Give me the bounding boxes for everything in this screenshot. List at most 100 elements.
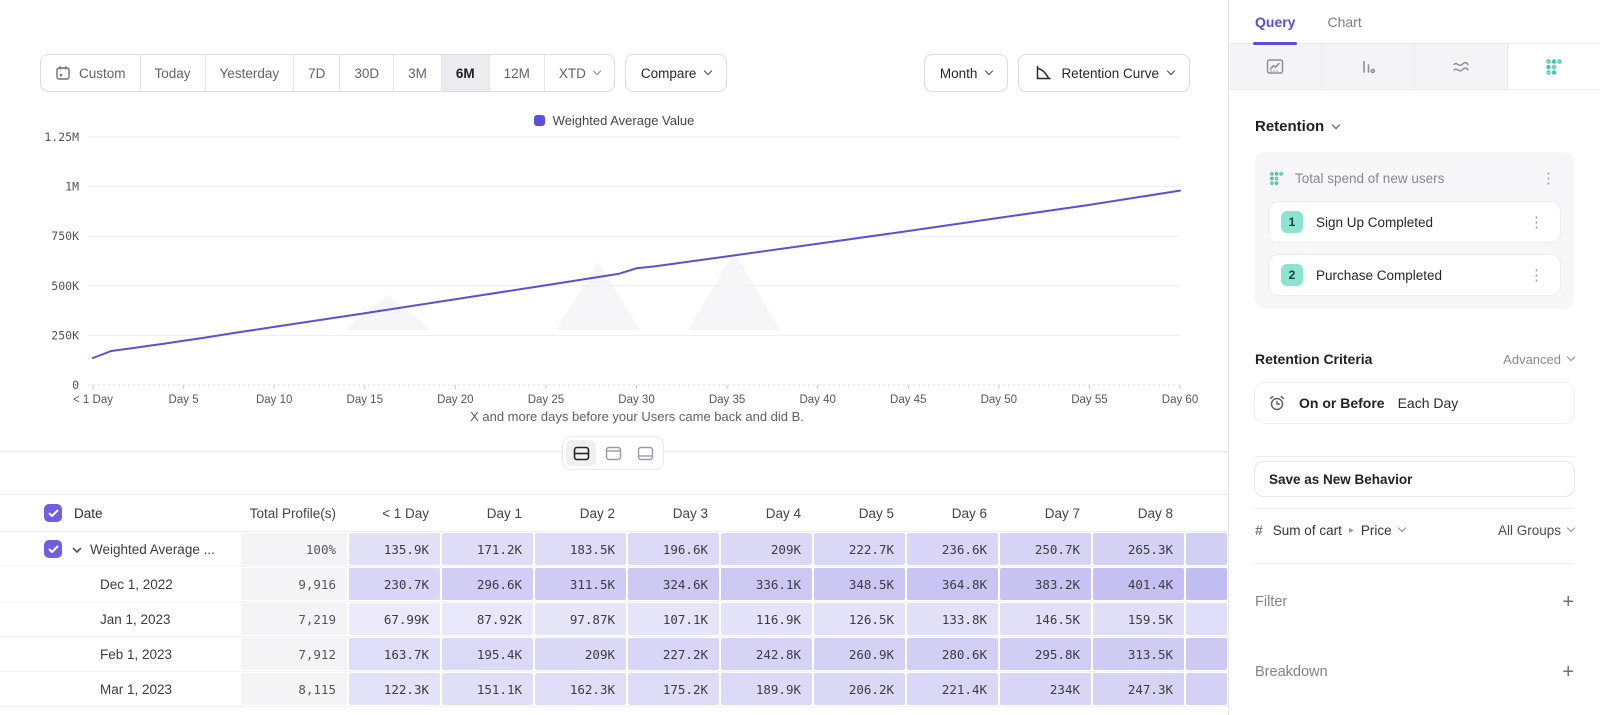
retention-value-cell[interactable]: 171.2K xyxy=(441,532,534,566)
kebab-menu-icon[interactable]: ⋮ xyxy=(1537,169,1560,188)
retention-value-cell[interactable]: 383.2K xyxy=(999,567,1092,601)
range-xtd[interactable]: XTD xyxy=(544,55,614,91)
x-axis-tick-label: Day 45 xyxy=(890,394,926,406)
total-profiles-cell[interactable]: 7,912 xyxy=(240,637,348,671)
retention-value-cell[interactable]: 116.9K xyxy=(720,602,813,636)
retention-value-cell[interactable]: 336.1K xyxy=(720,567,813,601)
chevron-down-icon xyxy=(1332,120,1340,128)
retention-value-cell[interactable]: 242.8K xyxy=(720,637,813,671)
row-checkbox[interactable] xyxy=(44,540,62,558)
retention-value-cell[interactable]: 230.7K xyxy=(348,567,441,601)
retention-timing-card[interactable]: On or Before Each Day xyxy=(1255,383,1574,423)
retention-value-cell[interactable]: 126.5K xyxy=(813,602,906,636)
funnels-icon[interactable] xyxy=(1322,44,1415,89)
retention-value-cell[interactable]: 133.8K xyxy=(906,602,999,636)
retention-value-cell[interactable]: 159.5K xyxy=(1092,602,1185,636)
flows-icon[interactable] xyxy=(1415,44,1508,89)
retention-value-cell[interactable]: 364.8K xyxy=(906,567,999,601)
table-row[interactable]: Weighted Average ...100%135.9K171.2K183.… xyxy=(0,532,1228,567)
total-profiles-cell[interactable]: 100% xyxy=(240,532,348,566)
retention-value-cell[interactable]: 189.9K xyxy=(720,672,813,706)
range-30d[interactable]: 30D xyxy=(339,55,393,91)
retention-value-cell[interactable]: 236.6K xyxy=(906,532,999,566)
retention-value-cell[interactable]: 183.5K xyxy=(534,532,627,566)
table-row[interactable]: Dec 1, 2022 9,916230.7K296.6K311.5K324.6K… xyxy=(0,567,1228,602)
behavior-step-purchase-completed[interactable]: 2Purchase Completed⋮ xyxy=(1269,255,1560,295)
retention-value-cell[interactable]: 265.3K xyxy=(1092,532,1185,566)
retention-value-cell[interactable]: 122.3K xyxy=(348,672,441,706)
retention-value-cell[interactable]: 146.5K xyxy=(999,602,1092,636)
retention-value-cell[interactable]: 324.6K xyxy=(627,567,720,601)
add-filter-button[interactable]: + xyxy=(1562,592,1574,612)
tab-query[interactable]: Query xyxy=(1255,0,1295,44)
tab-chart[interactable]: Chart xyxy=(1327,0,1361,44)
cell-value: 171.2K xyxy=(442,533,533,565)
layout-split-button[interactable] xyxy=(566,440,596,466)
range-12m[interactable]: 12M xyxy=(489,55,544,91)
retention-value-cell[interactable]: 67.99K xyxy=(348,602,441,636)
group-selector-dropdown[interactable]: All Groups xyxy=(1498,523,1574,538)
range-yesterday[interactable]: Yesterday xyxy=(205,55,294,91)
total-profiles-cell[interactable]: 9,916 xyxy=(240,567,348,601)
retention-value-cell[interactable]: 296.6K xyxy=(441,567,534,601)
table-row[interactable]: Mar 1, 20238,115122.3K151.1K162.3K175.2K… xyxy=(0,672,1228,707)
chart-type-button[interactable]: Retention Curve xyxy=(1018,54,1190,92)
retention-value-cell[interactable]: 247.3K xyxy=(1092,672,1185,706)
range-7d[interactable]: 7D xyxy=(293,55,339,91)
layout-chart-only-button[interactable] xyxy=(598,440,628,466)
retention-value-cell[interactable]: 313.5K xyxy=(1092,637,1185,671)
advanced-dropdown[interactable]: Advanced xyxy=(1503,352,1574,367)
retention-line-chart[interactable]: 1.25M1M750K500K250K0< 1 DayDay 5Day 10Da… xyxy=(0,110,1228,430)
table-row[interactable]: Feb 1, 20237,912163.7K195.4K209K227.2K24… xyxy=(0,637,1228,672)
retention-value-cell[interactable]: 196.6K xyxy=(627,532,720,566)
retention-value-cell[interactable]: 107.1K xyxy=(627,602,720,636)
retention-value-cell[interactable]: 311.5K xyxy=(534,567,627,601)
add-breakdown-button[interactable]: + xyxy=(1562,662,1574,682)
kebab-menu-icon[interactable]: ⋮ xyxy=(1525,266,1548,285)
retention-icon[interactable] xyxy=(1508,44,1600,89)
retention-value-cell[interactable]: 280.6K xyxy=(906,637,999,671)
retention-value-cell[interactable]: 250.7K xyxy=(999,532,1092,566)
behavior-step-sign-up-completed[interactable]: 1Sign Up Completed⋮ xyxy=(1269,202,1560,242)
retention-value-cell[interactable]: 195.4K xyxy=(441,637,534,671)
retention-value-cell[interactable]: 221.4K xyxy=(906,672,999,706)
total-profiles-cell[interactable]: 8,115 xyxy=(240,672,348,706)
retention-value-cell[interactable]: 227.2K xyxy=(627,637,720,671)
retention-value-cell[interactable]: 97.87K xyxy=(534,602,627,636)
retention-value-cell[interactable]: 151.1K xyxy=(441,672,534,706)
cell-value: 364.8K xyxy=(907,568,998,600)
retention-value-cell[interactable]: 175.2K xyxy=(627,672,720,706)
compare-button[interactable]: Compare xyxy=(625,54,728,92)
retention-value-cell[interactable]: 222.7K xyxy=(813,532,906,566)
range-6m[interactable]: 6M xyxy=(441,55,489,91)
range-today[interactable]: Today xyxy=(140,55,205,91)
kebab-menu-icon[interactable]: ⋮ xyxy=(1525,213,1548,232)
retention-section-dropdown[interactable]: Retention xyxy=(1255,118,1574,135)
retention-value-cell[interactable]: 348.5K xyxy=(813,567,906,601)
retention-value-cell[interactable]: 162.3K xyxy=(534,672,627,706)
retention-value-cell[interactable]: 401.4K xyxy=(1092,567,1185,601)
table-row[interactable]: Jan 1, 20237,21967.99K87.92K97.87K107.1K… xyxy=(0,602,1228,637)
layout-table-only-button[interactable] xyxy=(630,440,660,466)
select-all-checkbox[interactable] xyxy=(44,504,62,522)
retention-value-cell[interactable]: 209K xyxy=(534,637,627,671)
total-profiles-cell[interactable]: 7,219 xyxy=(240,602,348,636)
retention-value-cell[interactable]: 163.7K xyxy=(348,637,441,671)
range-3m[interactable]: 3M xyxy=(393,55,441,91)
retention-value-cell[interactable]: 260.9K xyxy=(813,637,906,671)
retention-value-cell[interactable]: 209K xyxy=(720,532,813,566)
insights-icon[interactable] xyxy=(1229,44,1322,89)
range-custom[interactable]: Custom xyxy=(41,55,140,91)
measure-property-dropdown[interactable]: Sum of cart ▸ Price xyxy=(1273,523,1405,538)
granularity-button[interactable]: Month xyxy=(924,54,1009,92)
weighted-average-line[interactable] xyxy=(93,191,1180,358)
retention-value-cell[interactable]: 206.2K xyxy=(813,672,906,706)
row-label-text: Dec 1, 2022 xyxy=(100,577,173,592)
retention-value-cell[interactable]: 87.92K xyxy=(441,602,534,636)
retention-value-cell[interactable]: 295.8K xyxy=(999,637,1092,671)
save-as-new-behavior-button[interactable]: Save as New Behavior xyxy=(1255,462,1574,496)
chevron-down-icon[interactable] xyxy=(72,542,82,557)
retention-value-cell[interactable]: 135.9K xyxy=(348,532,441,566)
retention-value-cell[interactable]: 234K xyxy=(999,672,1092,706)
x-axis-tick-label: < 1 Day xyxy=(73,394,113,406)
